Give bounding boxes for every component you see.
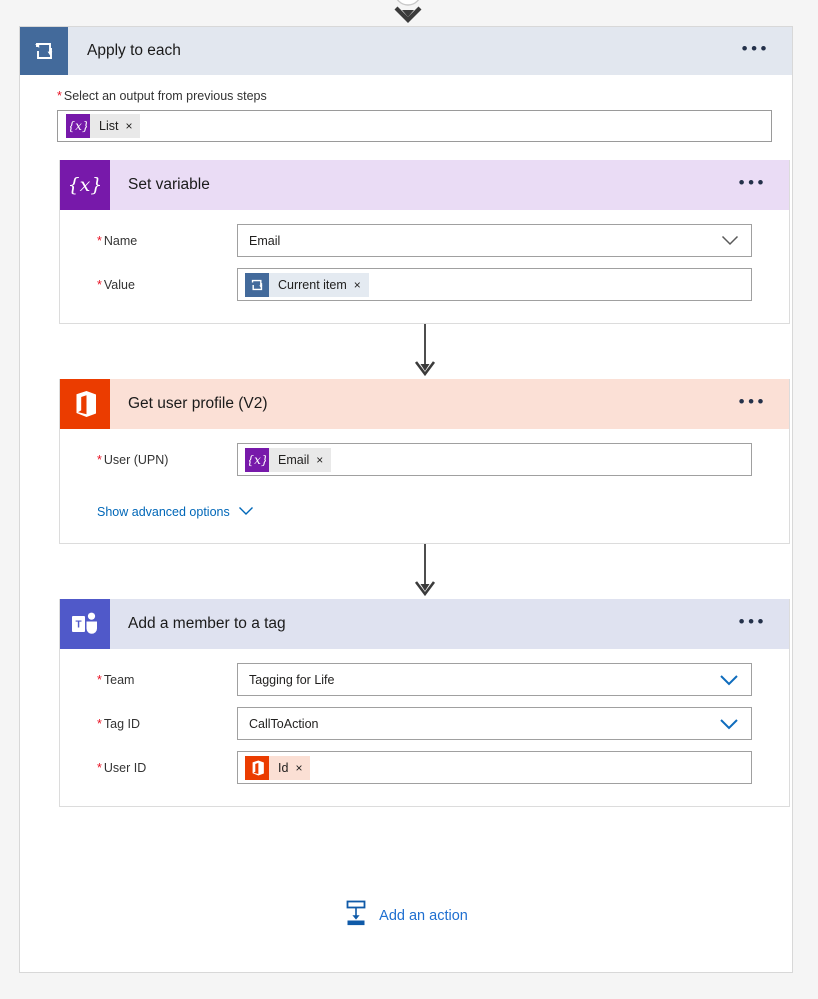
add-member-to-tag-menu-button[interactable]: ••• — [739, 613, 789, 636]
value-input[interactable]: Current item × — [237, 268, 752, 301]
teams-icon: T — [60, 599, 110, 649]
get-user-profile-header[interactable]: Get user profile (V2) ••• — [60, 379, 789, 429]
set-variable-body: * Name Email * Value Current item × — [60, 210, 789, 323]
required-marker: * — [97, 716, 102, 731]
add-member-to-tag-title: Add a member to a tag — [128, 615, 286, 632]
field-label-user-id: * User ID — [78, 761, 237, 775]
field-label-tag-id: * Tag ID — [78, 717, 237, 731]
tag-id-dropdown[interactable]: CallToAction — [237, 707, 752, 740]
connector-arrow-2 — [59, 544, 790, 599]
office365-icon — [245, 755, 269, 780]
loop-input-label-text: Select an output from previous steps — [63, 89, 267, 103]
insert-action-icon — [344, 899, 368, 932]
field-label-tag-id-text: Tag ID — [103, 716, 141, 731]
token-id-label: Id — [278, 760, 289, 775]
field-label-name: * Name — [78, 234, 237, 248]
token-email[interactable]: {x} Email × — [245, 447, 332, 472]
svg-text:{x}: {x} — [249, 453, 266, 467]
field-row-name: * Name Email — [78, 224, 771, 257]
token-email-label: Email — [278, 452, 310, 467]
field-label-user-id-text: User ID — [103, 760, 147, 775]
required-marker: * — [57, 89, 62, 103]
user-id-input[interactable]: Id × — [237, 751, 752, 784]
chevron-down-icon[interactable] — [719, 718, 745, 730]
show-advanced-options-link[interactable]: Show advanced options — [97, 505, 254, 519]
field-row-tag-id: * Tag ID CallToAction — [78, 707, 771, 740]
set-variable-header[interactable]: {x} Set variable ••• — [60, 160, 789, 210]
field-row-user-id: * User ID Id × — [78, 751, 771, 784]
name-dropdown-value: Email — [249, 233, 281, 248]
apply-to-each-body: *Select an output from previous steps {x… — [20, 75, 792, 807]
chevron-down-icon[interactable] — [238, 505, 254, 519]
add-an-action-button[interactable]: Add an action — [20, 899, 792, 932]
svg-text:{x}: {x} — [70, 119, 87, 133]
token-current-item-remove-icon[interactable]: × — [354, 278, 361, 292]
user-upn-input[interactable]: {x} Email × — [237, 443, 752, 476]
apply-to-each-header[interactable]: Apply to each ••• — [20, 27, 792, 75]
required-marker: * — [97, 672, 102, 687]
get-user-profile-menu-button[interactable]: ••• — [739, 393, 789, 416]
action-card-get-user-profile: Get user profile (V2) ••• * User (UPN) x… — [59, 379, 790, 544]
token-id-remove-icon[interactable]: × — [295, 761, 302, 775]
field-label-user-upn-text: User (UPN) — [103, 452, 169, 467]
field-label-user-upn: * User (UPN) — [78, 453, 237, 467]
apply-to-each-card: Apply to each ••• * Select an output from… — [19, 26, 793, 973]
field-label-team: * Team — [78, 673, 237, 687]
show-advanced-options-label: Show advanced options — [97, 505, 230, 519]
token-current-item-label: Current item — [278, 277, 347, 292]
action-card-set-variable: {x} Set variable ••• *Name Email — [59, 160, 790, 324]
field-label-name-text: Name — [103, 233, 138, 248]
field-row-value: * Value Current item × — [78, 268, 771, 301]
flow-designer-canvas: Apply to each ••• * Select an output from… — [0, 0, 818, 999]
apply-to-each-menu-button[interactable]: ••• — [742, 40, 792, 63]
team-dropdown-value: Tagging for Life — [249, 672, 335, 687]
required-marker: * — [97, 452, 102, 467]
apply-to-each-title: Apply to each — [87, 42, 181, 59]
svg-text:{x}: {x} — [70, 174, 100, 196]
token-email-body: Email × — [269, 447, 332, 472]
action-card-add-member-to-tag: T Add a member to a tag ••• * Team Taggin… — [59, 599, 790, 807]
chevron-down-icon[interactable] — [721, 235, 745, 246]
loop-input-label: * Select an output from previous steps — [57, 89, 774, 103]
loop-icon — [245, 272, 269, 297]
token-current-item-body: Current item × — [269, 272, 369, 297]
variable-icon: {x} — [60, 160, 110, 210]
name-dropdown[interactable]: Email — [237, 224, 752, 257]
variable-icon: {x} — [66, 114, 90, 138]
field-row-team: * Team Tagging for Life — [78, 663, 771, 696]
required-marker: * — [97, 277, 102, 292]
chevron-down-icon[interactable] — [719, 674, 745, 686]
get-user-profile-body: *User (UPN) {x} Email — [60, 429, 789, 543]
required-marker: * — [97, 233, 102, 248]
incoming-connector — [0, 0, 818, 26]
token-email-remove-icon[interactable]: × — [316, 453, 323, 467]
add-an-action-label: Add an action — [379, 907, 468, 924]
token-list-body: List × — [90, 114, 141, 138]
connector-arrow-1 — [59, 324, 790, 379]
add-member-to-tag-header[interactable]: T Add a member to a tag ••• — [60, 599, 789, 649]
loop-icon — [20, 27, 68, 75]
tag-id-dropdown-value: CallToAction — [249, 716, 319, 731]
add-member-to-tag-body: * Team Tagging for Life * Tag ID CallToA… — [60, 649, 789, 806]
office365-icon — [60, 379, 110, 429]
set-variable-menu-button[interactable]: ••• — [739, 174, 789, 197]
team-dropdown[interactable]: Tagging for Life — [237, 663, 752, 696]
field-label-team-text: Team — [103, 672, 135, 687]
set-variable-title: Set variable — [128, 176, 210, 193]
loop-output-input[interactable]: {x} List × — [57, 110, 772, 142]
token-list[interactable]: {x} List × — [66, 114, 141, 138]
field-row-user-upn: *User (UPN) {x} Email — [78, 443, 771, 476]
field-label-value: * Value — [78, 278, 237, 292]
token-list-remove-icon[interactable]: × — [125, 119, 132, 133]
get-user-profile-title: Get user profile (V2) — [128, 395, 268, 412]
field-label-value-text: Value — [103, 277, 135, 292]
required-marker: * — [97, 760, 102, 775]
token-current-item[interactable]: Current item × — [245, 272, 369, 297]
svg-text:T: T — [75, 619, 81, 630]
token-list-label: List — [99, 119, 119, 133]
token-id-body: Id × — [269, 755, 311, 780]
token-id[interactable]: Id × — [245, 755, 311, 780]
variable-icon: {x} — [245, 447, 269, 472]
